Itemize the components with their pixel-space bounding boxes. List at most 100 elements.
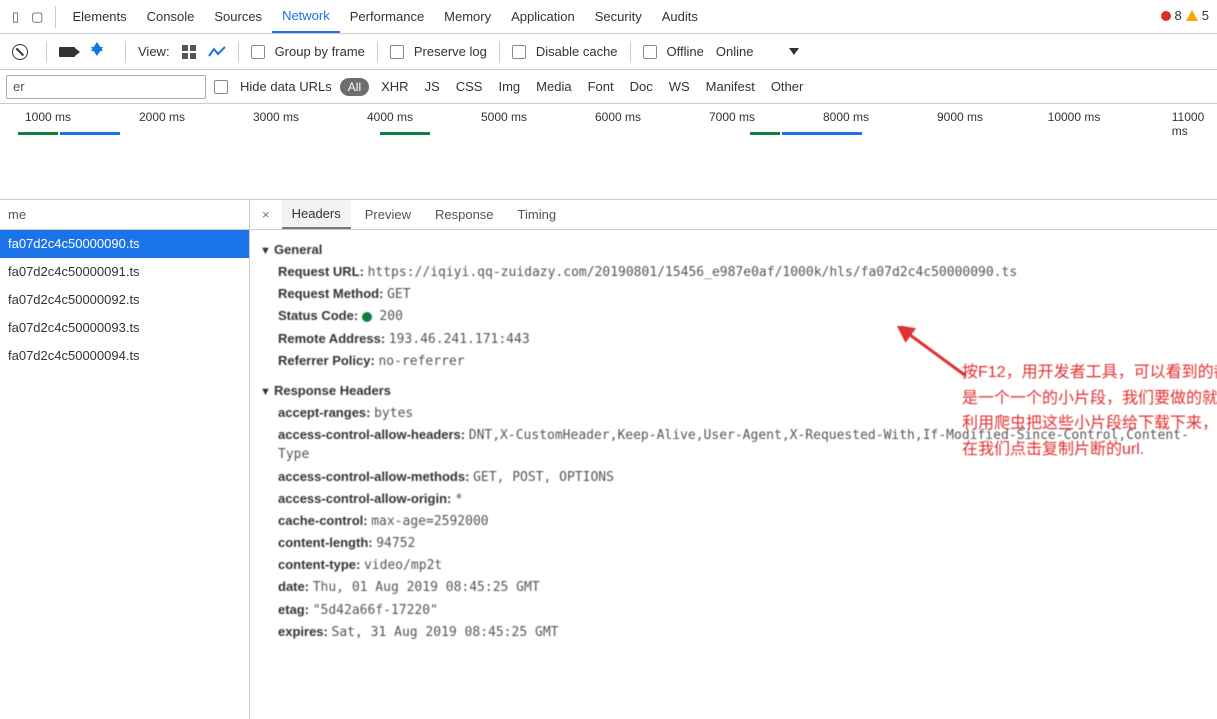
filter-type-all[interactable]: All	[340, 78, 369, 96]
divider	[499, 41, 500, 63]
referrer-policy-value: no-referrer	[378, 354, 464, 369]
tab-security[interactable]: Security	[585, 1, 652, 32]
error-icon[interactable]	[1161, 11, 1171, 21]
hdr-label: content-type:	[278, 557, 360, 572]
divider	[125, 41, 126, 63]
hdr-value: *	[455, 492, 463, 507]
warning-count: 5	[1202, 8, 1209, 23]
hdr-label: access-control-allow-origin:	[278, 491, 451, 506]
timeline-tick: 5000 ms	[481, 110, 527, 124]
tab-sources[interactable]: Sources	[204, 1, 272, 32]
hide-data-urls-label: Hide data URLs	[240, 79, 332, 94]
request-row[interactable]: fa07d2c4c50000093.ts	[0, 314, 249, 342]
filter-type-doc[interactable]: Doc	[626, 79, 657, 94]
warning-icon[interactable]	[1186, 10, 1198, 21]
timeline-tick: 11000 ms	[1172, 110, 1204, 138]
filter-bar: Hide data URLs All XHR JS CSS Img Media …	[0, 70, 1217, 104]
hide-data-urls-checkbox[interactable]	[214, 80, 228, 94]
record-icon[interactable]	[59, 47, 75, 57]
throttling-select[interactable]: Online	[716, 44, 754, 59]
offline-checkbox[interactable]	[643, 45, 657, 59]
disable-cache-checkbox[interactable]	[512, 45, 526, 59]
filter-type-font[interactable]: Font	[584, 79, 618, 94]
close-detail-icon[interactable]: ×	[254, 207, 278, 222]
filter-icon[interactable]	[91, 47, 103, 56]
timeline-overview[interactable]: 1000 ms 2000 ms 3000 ms 4000 ms 5000 ms …	[0, 104, 1217, 200]
divider	[630, 41, 631, 63]
request-row[interactable]: fa07d2c4c50000092.ts	[0, 286, 249, 314]
remote-address-label: Remote Address:	[278, 331, 385, 346]
error-count: 8	[1175, 8, 1182, 23]
filter-type-other[interactable]: Other	[767, 79, 808, 94]
detail-tab-preview[interactable]: Preview	[355, 201, 421, 228]
large-rows-icon[interactable]	[182, 45, 196, 59]
detail-tab-response[interactable]: Response	[425, 201, 504, 228]
filter-type-media[interactable]: Media	[532, 79, 575, 94]
inspect-icon[interactable]: ▯	[12, 9, 19, 25]
filter-type-xhr[interactable]: XHR	[377, 79, 412, 94]
hdr-label: date:	[278, 579, 309, 594]
tab-audits[interactable]: Audits	[652, 1, 708, 32]
throttling-caret-icon[interactable]	[789, 48, 799, 55]
filter-type-js[interactable]: JS	[421, 79, 444, 94]
divider	[377, 41, 378, 63]
detail-tab-bar: × Headers Preview Response Timing	[250, 200, 1217, 230]
offline-label: Offline	[667, 44, 704, 59]
timeline-tick: 10000 ms	[1048, 110, 1101, 124]
tab-performance[interactable]: Performance	[340, 1, 434, 32]
request-row[interactable]: fa07d2c4c50000094.ts	[0, 342, 249, 370]
preserve-log-checkbox[interactable]	[390, 45, 404, 59]
request-list-header[interactable]: me	[0, 200, 249, 230]
remote-address-value: 193.46.241.171:443	[389, 332, 530, 347]
filter-type-img[interactable]: Img	[494, 79, 524, 94]
referrer-policy-label: Referrer Policy:	[278, 353, 375, 368]
timeline-bar	[60, 132, 120, 135]
hdr-value: Sat, 31 Aug 2019 08:45:25 GMT	[332, 625, 559, 640]
group-by-frame-label: Group by frame	[275, 44, 365, 59]
request-row[interactable]: fa07d2c4c50000090.ts	[0, 230, 249, 258]
remote-address-row: Remote Address: 193.46.241.171:443	[278, 330, 1207, 349]
group-by-frame-checkbox[interactable]	[251, 45, 265, 59]
timeline-tick: 4000 ms	[367, 110, 413, 124]
detail-pane: × Headers Preview Response Timing Genera…	[250, 200, 1217, 719]
hdr-label: cache-control:	[278, 513, 368, 528]
devtools-tab-bar: ▯ ▢ Elements Console Sources Network Per…	[0, 0, 1217, 34]
clear-icon[interactable]	[12, 44, 28, 60]
timeline-bar	[782, 132, 862, 135]
timeline-tick: 2000 ms	[139, 110, 185, 124]
request-url-row: Request URL: https://iqiyi.qq-zuidazy.co…	[278, 263, 1207, 282]
filter-type-ws[interactable]: WS	[665, 79, 694, 94]
divider	[238, 41, 239, 63]
timeline-bar	[18, 132, 58, 135]
detail-tab-timing[interactable]: Timing	[508, 201, 567, 228]
section-general[interactable]: General	[260, 242, 1207, 257]
filter-input[interactable]	[6, 75, 206, 99]
tab-elements[interactable]: Elements	[62, 1, 136, 32]
timeline-bar	[750, 132, 780, 135]
section-response-headers[interactable]: Response Headers	[260, 383, 1207, 398]
timeline-tick: 7000 ms	[709, 110, 755, 124]
request-row[interactable]: fa07d2c4c50000091.ts	[0, 258, 249, 286]
waterfall-icon[interactable]	[208, 45, 226, 59]
status-code-row: Status Code: 200	[278, 307, 1207, 326]
status-indicators: 8 5	[1161, 8, 1209, 23]
tab-memory[interactable]: Memory	[434, 1, 501, 32]
request-url-value: https://iqiyi.qq-zuidazy.com/20190801/15…	[368, 265, 1018, 280]
disable-cache-label: Disable cache	[536, 44, 618, 59]
device-toggle-icon[interactable]: ▢	[31, 9, 43, 25]
hdr-value: video/mp2t	[364, 558, 442, 573]
status-code-label: Status Code:	[278, 308, 358, 323]
tab-network[interactable]: Network	[272, 0, 340, 33]
tab-console[interactable]: Console	[137, 1, 205, 32]
request-method-value: GET	[387, 287, 410, 302]
hdr-value: max-age=2592000	[371, 514, 488, 529]
network-toolbar: View: Group by frame Preserve log Disabl…	[0, 34, 1217, 70]
hdr-value: 94752	[376, 536, 415, 551]
filter-type-css[interactable]: CSS	[452, 79, 487, 94]
hdr-value: "5d42a66f-17220"	[313, 603, 438, 618]
filter-type-manifest[interactable]: Manifest	[702, 79, 759, 94]
tab-application[interactable]: Application	[501, 1, 585, 32]
timeline-tick: 9000 ms	[937, 110, 983, 124]
headers-panel: General Request URL: https://iqiyi.qq-zu…	[250, 230, 1217, 685]
detail-tab-headers[interactable]: Headers	[282, 200, 351, 229]
